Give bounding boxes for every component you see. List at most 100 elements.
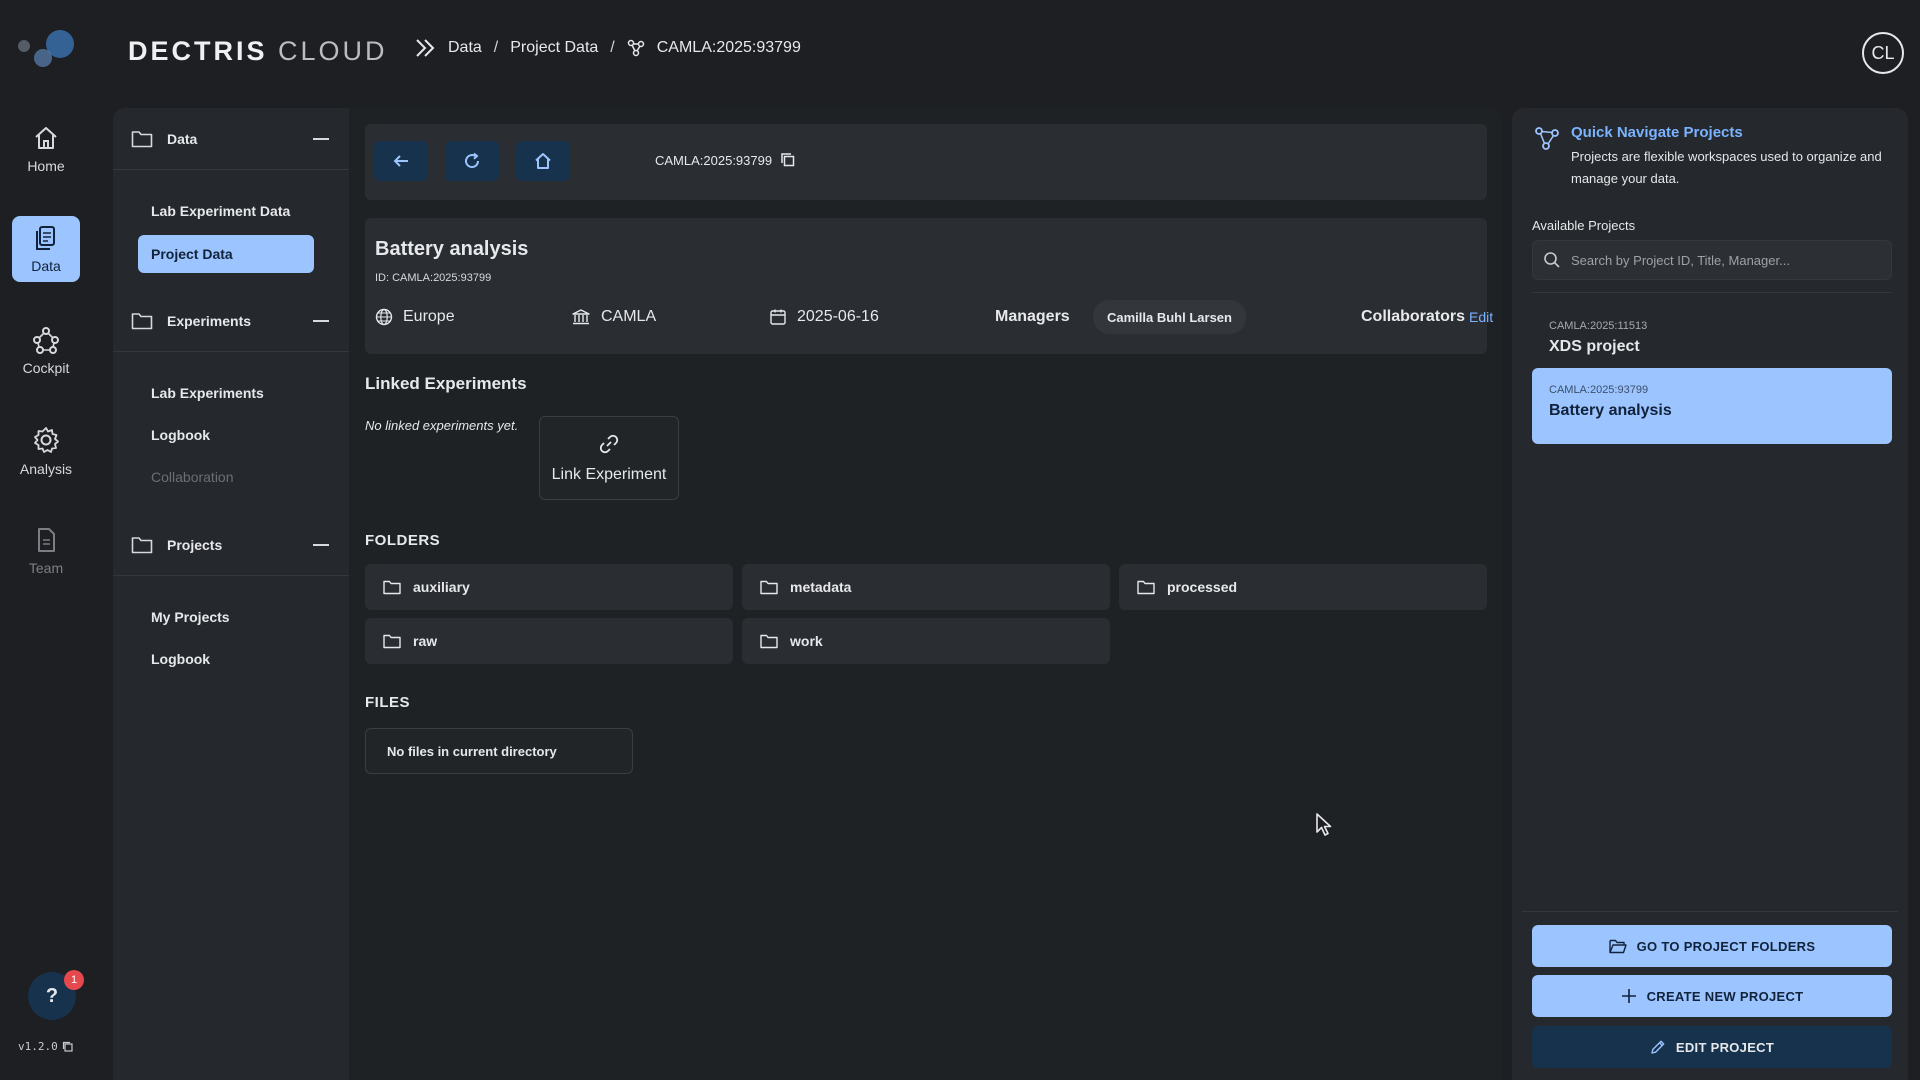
folder-name: metadata xyxy=(790,579,852,595)
back-button[interactable] xyxy=(374,141,428,181)
project-region: Europe xyxy=(375,308,455,326)
logo-icon[interactable] xyxy=(16,26,76,72)
rail-label: Cockpit xyxy=(22,360,70,376)
manager-chip[interactable]: Camilla Buhl Larsen xyxy=(1093,300,1246,334)
rail-item-team[interactable]: Team xyxy=(12,518,80,584)
collapse-icon[interactable] xyxy=(313,544,329,546)
nav-section-title: Experiments xyxy=(167,312,252,329)
folder-icon xyxy=(383,580,401,595)
rail-item-analysis[interactable]: Analysis xyxy=(12,418,80,484)
pencil-icon xyxy=(1650,1039,1666,1055)
network-icon xyxy=(32,326,60,354)
refresh-icon xyxy=(462,151,482,171)
project-list-item-id: CAMLA:2025:11513 xyxy=(1549,320,1648,332)
plus-icon xyxy=(1621,988,1637,1004)
main-content: CAMLA:2025:93799 Battery analysis ID: CA… xyxy=(349,108,1501,1080)
folder-processed[interactable]: processed xyxy=(1119,564,1487,610)
facility-text: CAMLA xyxy=(601,308,657,325)
nav-link-collaboration[interactable]: Collaboration xyxy=(138,458,314,496)
project-title: Battery analysis xyxy=(375,238,529,260)
go-to-project-folders-button[interactable]: GO TO PROJECT FOLDERS xyxy=(1532,925,1892,967)
collaborators-label: Collaborators xyxy=(1361,308,1466,325)
brand-name: DECTRIS xyxy=(128,36,268,66)
folder-auxiliary[interactable]: auxiliary xyxy=(365,564,733,610)
edit-project-button[interactable]: EDIT PROJECT xyxy=(1532,1026,1892,1068)
arrow-left-icon xyxy=(391,151,411,171)
navigation-panel: Data Lab Experiment Data Project Data Ex… xyxy=(113,108,349,1080)
brand-suffix: CLOUD xyxy=(278,36,388,66)
globe-icon xyxy=(375,308,393,326)
nav-section-data[interactable]: Data xyxy=(113,108,349,170)
nav-link-lab-experiments[interactable]: Lab Experiments xyxy=(138,374,314,412)
project-list-item-selected[interactable]: CAMLA:2025:93799 Battery analysis xyxy=(1532,368,1892,444)
network-icon xyxy=(627,39,645,57)
nav-section-title: Data xyxy=(167,130,198,147)
version-label[interactable]: v1.2.0 xyxy=(18,1040,74,1053)
nav-link-logbook[interactable]: Logbook xyxy=(138,416,314,454)
breadcrumb-separator: / xyxy=(610,39,615,56)
project-search-input[interactable] xyxy=(1571,252,1871,268)
nav-section-title: Projects xyxy=(167,536,223,553)
nav-link-project-data[interactable]: Project Data xyxy=(138,235,314,273)
home-icon xyxy=(32,124,60,152)
folder-metadata[interactable]: metadata xyxy=(742,564,1110,610)
edit-collaborators-link[interactable]: Edit xyxy=(1469,309,1493,325)
folder-raw[interactable]: raw xyxy=(365,618,733,664)
nav-section-projects[interactable]: Projects xyxy=(113,514,349,576)
rail-item-data[interactable]: Data xyxy=(12,216,80,282)
folder-work[interactable]: work xyxy=(742,618,1110,664)
link-experiment-button[interactable]: Link Experiment xyxy=(539,416,679,500)
nav-link-my-projects[interactable]: My Projects xyxy=(138,598,314,636)
divider xyxy=(1522,911,1898,912)
gear-icon xyxy=(31,425,61,455)
current-path-text: CAMLA:2025:93799 xyxy=(655,152,773,168)
region-text: Europe xyxy=(403,308,455,325)
link-icon xyxy=(597,432,621,456)
brand-logo[interactable]: DECTRIS CLOUD xyxy=(128,36,388,67)
calendar-icon xyxy=(769,308,787,326)
home-icon xyxy=(533,151,553,171)
project-date: 2025-06-16 xyxy=(769,308,879,326)
folder-open-icon xyxy=(1608,939,1627,954)
quick-navigate-title: Quick Navigate Projects xyxy=(1571,124,1743,141)
mouse-cursor-icon xyxy=(1315,812,1333,838)
collapse-icon[interactable] xyxy=(313,320,329,322)
folder-icon xyxy=(131,536,153,554)
refresh-button[interactable] xyxy=(445,141,499,181)
project-search[interactable] xyxy=(1532,240,1892,280)
user-avatar[interactable]: CL xyxy=(1862,32,1904,74)
breadcrumb-data[interactable]: Data xyxy=(448,39,482,57)
quick-navigate-description: Projects are flexible workspaces used to… xyxy=(1571,149,1882,186)
project-list-item-id: CAMLA:2025:93799 xyxy=(1549,384,1649,396)
breadcrumb-separator: / xyxy=(493,39,499,56)
nav-link-projects-logbook[interactable]: Logbook xyxy=(138,640,314,678)
create-new-project-button[interactable]: CREATE NEW PROJECT xyxy=(1532,975,1892,1017)
top-bar: DECTRIS CLOUD Data / Project Data / CAML… xyxy=(0,0,1920,104)
current-path: CAMLA:2025:93799 xyxy=(655,152,796,168)
rail-label: Data xyxy=(31,258,61,274)
notification-badge: 1 xyxy=(64,970,84,990)
folder-name: auxiliary xyxy=(413,579,470,595)
toolbar-divider xyxy=(603,142,604,182)
project-id: ID: CAMLA:2025:93799 xyxy=(375,272,492,284)
breadcrumb-current-project[interactable]: CAMLA:2025:93799 xyxy=(657,39,801,57)
toolbar: CAMLA:2025:93799 xyxy=(365,124,1487,200)
folder-icon xyxy=(760,580,778,595)
breadcrumb-project-data[interactable]: Project Data xyxy=(510,39,598,57)
version-text: v1.2.0 xyxy=(18,1040,58,1053)
link-experiment-label: Link Experiment xyxy=(551,466,667,483)
collapse-icon[interactable] xyxy=(313,138,329,140)
date-text: 2025-06-16 xyxy=(797,308,879,325)
rail-item-cockpit[interactable]: Cockpit xyxy=(12,318,80,384)
documents-icon xyxy=(32,224,60,252)
rail-item-home[interactable]: Home xyxy=(12,116,80,182)
home-button[interactable] xyxy=(516,141,570,181)
nav-link-lab-experiment-data[interactable]: Lab Experiment Data xyxy=(138,192,314,230)
copy-icon[interactable] xyxy=(780,152,796,168)
no-files-message: No files in current directory xyxy=(365,728,633,774)
nav-section-experiments[interactable]: Experiments xyxy=(113,290,349,352)
institution-icon xyxy=(571,308,591,326)
copy-icon xyxy=(62,1041,74,1053)
files-title: FILES xyxy=(365,694,411,711)
linked-experiments-title: Linked Experiments xyxy=(365,374,527,393)
